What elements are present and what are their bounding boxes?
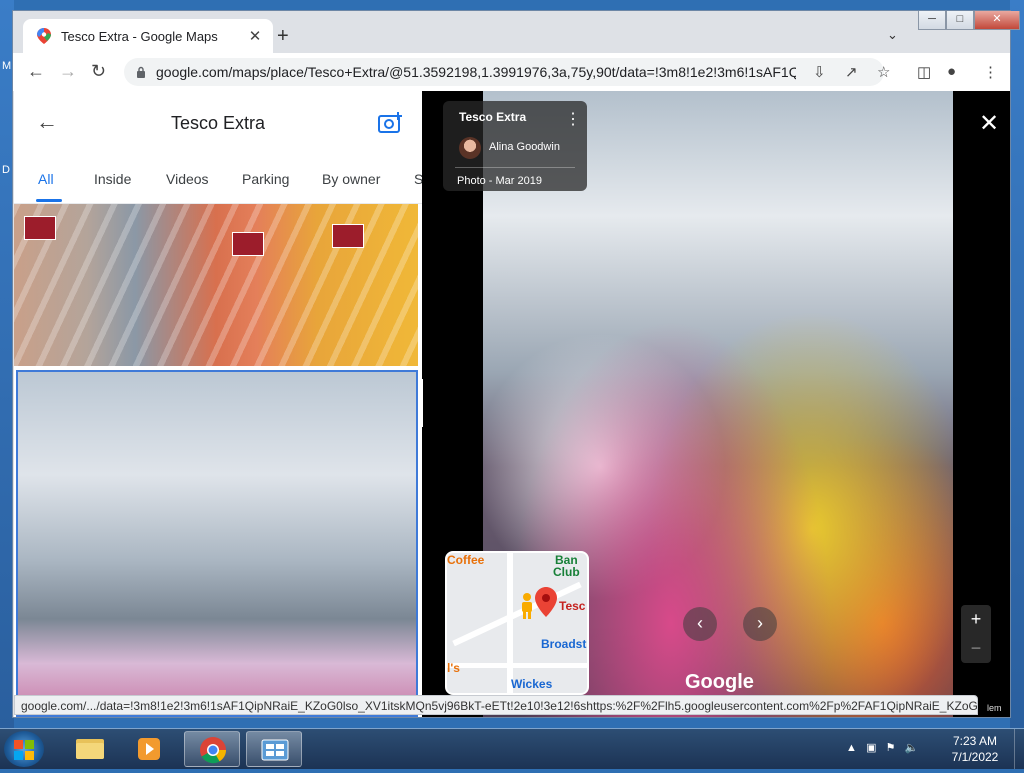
media-player-icon [138, 738, 160, 760]
show-hidden-icons-icon[interactable]: ▲ [846, 742, 857, 754]
zoom-controls: + − [961, 605, 991, 663]
map-label-coffee: Coffee [447, 553, 485, 567]
minimize-button[interactable]: ─ [918, 11, 946, 30]
tab-all[interactable]: All [38, 171, 54, 187]
more-options-icon[interactable]: ⋮ [565, 109, 581, 129]
folder-icon [76, 739, 104, 759]
map-label-wickes: Wickes [511, 677, 553, 691]
system-tray: ▲ ▣ ⚑ 🔈 [846, 741, 918, 754]
tab-street-view[interactable]: S [414, 171, 422, 187]
photo-thumbnail-store-interior-selected[interactable] [16, 370, 418, 717]
chrome-icon [200, 737, 227, 764]
next-photo-button[interactable]: › [743, 607, 777, 641]
install-app-icon[interactable]: ⇩ [813, 63, 826, 81]
photo-thumbnail-fish-counter[interactable] [14, 204, 418, 366]
taskbar-media-player[interactable] [122, 731, 178, 767]
taskbar-file-explorer[interactable] [62, 731, 118, 767]
share-icon[interactable]: ↗ [845, 63, 858, 81]
minimap[interactable]: Coffee Ban Club Tesc Broadst Wickes l's [445, 551, 589, 695]
google-logo: Google [685, 671, 754, 693]
window-close-button[interactable]: ✕ [974, 11, 1020, 30]
add-photo-camera-icon[interactable] [378, 111, 404, 135]
start-button[interactable] [4, 731, 44, 767]
clock-time: 7:23 AM [952, 734, 998, 748]
page-content: ← Tesco Extra All Inside Videos Parking … [14, 91, 1010, 717]
price-tag [24, 216, 56, 240]
tab-videos[interactable]: Videos [166, 171, 209, 187]
show-desktop-button[interactable] [1014, 729, 1024, 769]
browser-window: Tesco Extra - Google Maps ✕ + ⌄ ─ □ ✕ ← … [12, 10, 1020, 718]
windows-taskbar: ▲ ▣ ⚑ 🔈 7:23 AM 7/1/2022 [0, 728, 1024, 769]
desktop-label-d: D [2, 164, 10, 176]
tab-inside[interactable]: Inside [94, 171, 131, 187]
profile-avatar-icon[interactable]: ● [947, 63, 956, 80]
network-icon[interactable]: ▣ [866, 742, 876, 754]
contributor-name[interactable]: Alina Goodwin [489, 141, 560, 153]
tab-search-chevron-icon[interactable]: ⌄ [887, 27, 898, 43]
tab-title: Tesco Extra - Google Maps [61, 28, 218, 44]
desktop-label-m: M [2, 60, 12, 72]
clock-date: 7/1/2022 [951, 750, 999, 764]
map-label-broadstairs: Broadst [541, 637, 587, 651]
taskbar-clock[interactable]: 7:23 AM 7/1/2022 [940, 733, 1010, 765]
control-panel-icon [261, 739, 289, 761]
previous-photo-button[interactable]: ‹ [683, 607, 717, 641]
url-text: google.com/maps/place/Tesco+Extra/@51.35… [156, 64, 796, 80]
panel-header: ← Tesco Extra [14, 91, 422, 155]
contributor-avatar[interactable] [459, 137, 481, 159]
menu-kebab-icon[interactable]: ⋮ [983, 63, 998, 81]
desktop-right-edge [1010, 0, 1024, 730]
google-maps-favicon-icon [37, 28, 51, 44]
windows-logo-icon [14, 740, 34, 760]
pegman-icon[interactable] [519, 593, 535, 619]
window-controls: ─ □ ✕ [918, 11, 1020, 30]
forward-arrow-icon[interactable]: → [59, 61, 77, 82]
map-label-club: Club [553, 565, 580, 579]
new-tab-button[interactable]: + [277, 25, 289, 48]
panel-title: Tesco Extra [170, 113, 266, 133]
active-tab-indicator [36, 199, 62, 202]
reload-icon[interactable]: ↻ [91, 61, 106, 82]
browser-toolbar: ← → ↻ google.com/maps/place/Tesco+Extra/… [13, 53, 1010, 91]
address-bar[interactable]: google.com/maps/place/Tesco+Extra/@51.35… [124, 58, 884, 86]
photo-info-card: Tesco Extra ⋮ Alina Goodwin Photo - Mar … [443, 101, 587, 191]
map-label-restaurant: l's [447, 661, 460, 675]
report-problem-link[interactable]: lem [987, 703, 1002, 713]
tab-by-owner[interactable]: By owner [322, 171, 380, 187]
photo-category-tabs: All Inside Videos Parking By owner S [14, 161, 422, 204]
zoom-out-button[interactable]: − [961, 634, 991, 663]
photo-viewer: Tesco Extra ⋮ Alina Goodwin Photo - Mar … [423, 91, 1010, 717]
map-road [507, 553, 513, 693]
close-viewer-icon[interactable]: ✕ [979, 109, 999, 138]
tab-parking[interactable]: Parking [242, 171, 289, 187]
maximize-button[interactable]: □ [946, 11, 974, 30]
taskbar-chrome[interactable] [184, 731, 240, 767]
browser-titlebar: Tesco Extra - Google Maps ✕ + ⌄ ─ □ ✕ [13, 11, 1020, 53]
browser-tab[interactable]: Tesco Extra - Google Maps ✕ [23, 19, 273, 53]
zoom-in-button[interactable]: + [961, 605, 991, 634]
info-place-name[interactable]: Tesco Extra [459, 110, 526, 124]
info-divider [455, 167, 575, 168]
map-label-tesco: Tesc [559, 599, 586, 613]
map-road [447, 663, 587, 668]
location-pin-icon [535, 587, 557, 617]
photo-date: Photo - Mar 2019 [457, 175, 542, 187]
action-center-flag-icon[interactable]: ⚑ [886, 742, 896, 754]
bookmark-star-icon[interactable]: ☆ [877, 63, 890, 81]
side-panel-icon[interactable]: ◫ [917, 63, 931, 81]
photos-panel: ← Tesco Extra All Inside Videos Parking … [14, 91, 422, 717]
lock-icon [137, 66, 145, 78]
taskbar-control-panel[interactable] [246, 731, 302, 767]
price-tag [232, 232, 264, 256]
back-arrow-icon[interactable]: ← [27, 61, 45, 82]
link-status-bubble: google.com/.../data=!3m8!1e2!3m6!1sAF1Qi… [14, 695, 978, 715]
price-tag [332, 224, 364, 248]
tab-close-icon[interactable]: ✕ [245, 27, 265, 45]
volume-icon[interactable]: 🔈 [905, 742, 919, 754]
